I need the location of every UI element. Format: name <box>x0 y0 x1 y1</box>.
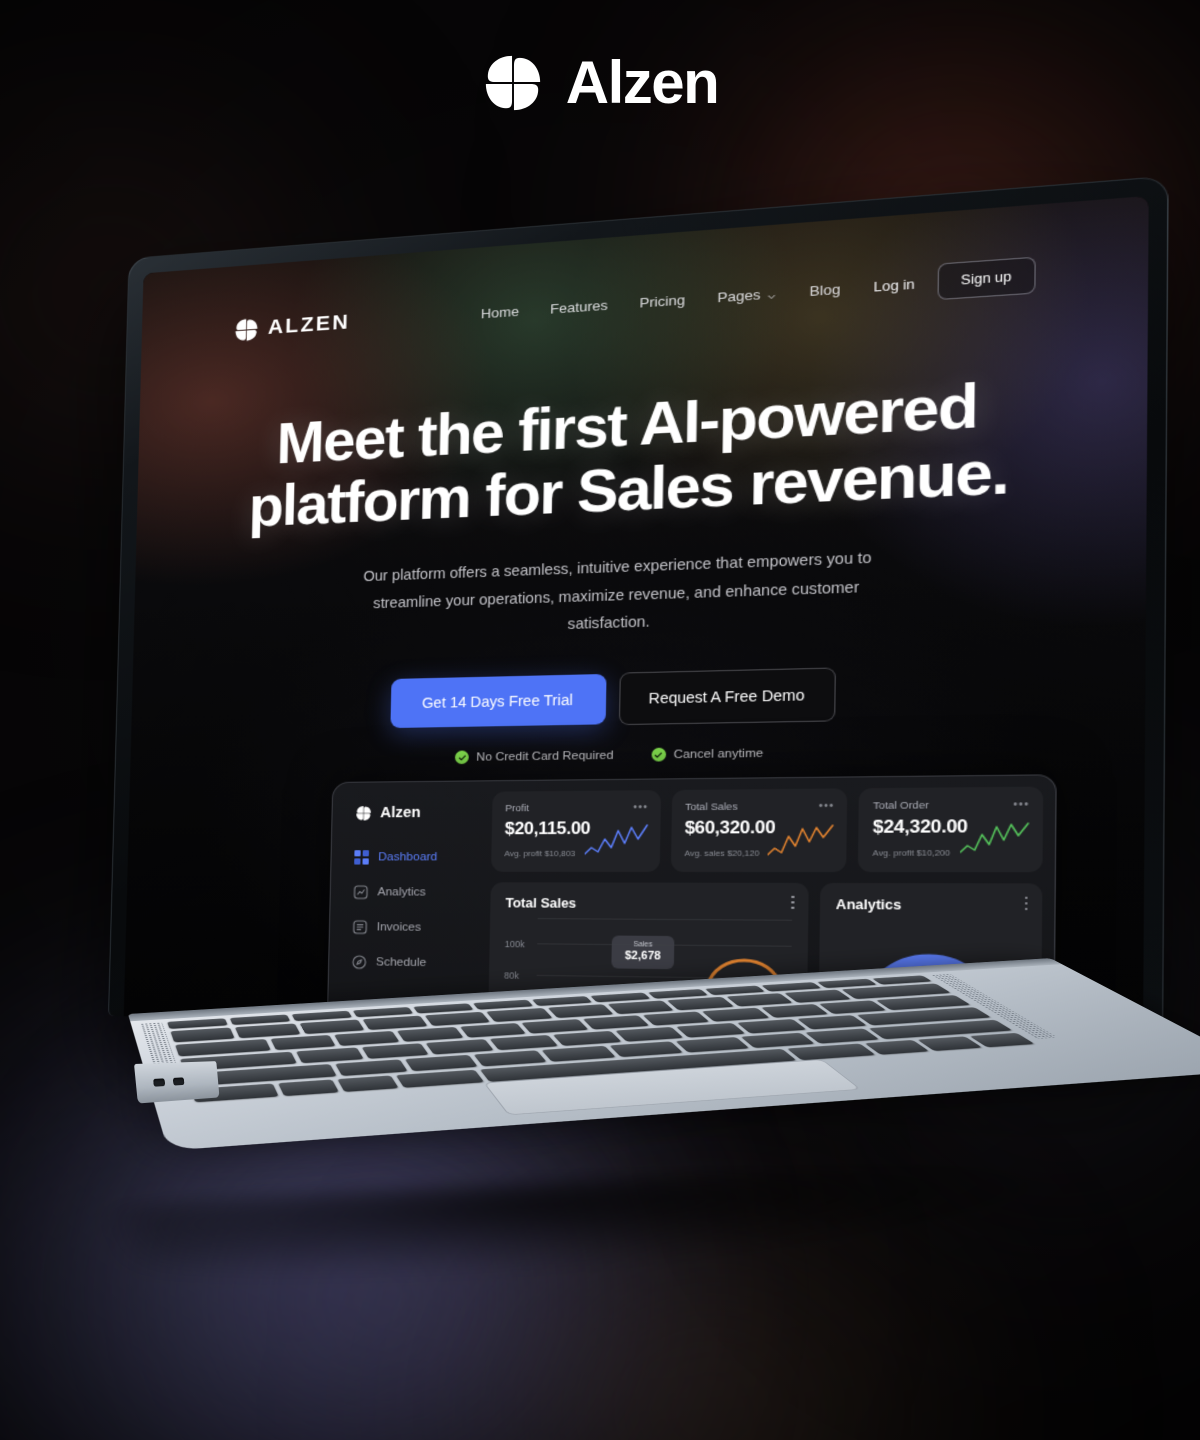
assurance-no-credit-card: No Credit Card Required <box>454 748 614 765</box>
alzen-pinwheel-icon <box>234 316 260 342</box>
sidebar-item-dashboard-label: Dashboard <box>378 851 438 864</box>
dashboard-preview: Alzen Dashboard Analytics Invoices Sched… <box>322 774 1057 1037</box>
sidebar-item-invoices-label: Invoices <box>376 921 422 934</box>
stat-card-total-sales: ••• Total Sales $60,320.00 Avg. sales $2… <box>670 788 848 873</box>
website-screen: ALZEN Home Features Pricing Pages Blog L… <box>123 195 1149 1037</box>
total-order-sparkline-chart <box>960 822 1031 860</box>
hero-section: Meet the first AI-powered platform for S… <box>130 363 1147 768</box>
analytics-panel: Analytics <box>815 882 1043 1037</box>
site-nav-actions: Log in Sign up <box>873 256 1036 305</box>
check-circle-icon <box>454 750 469 765</box>
dashboard-sidebar: Alzen Dashboard Analytics Invoices Sched… <box>334 792 482 1037</box>
hero-assurances: No Credit Card Required Cancel anytime <box>130 741 1145 768</box>
chevron-down-icon <box>766 288 776 298</box>
dashboard-brand: Alzen <box>349 798 482 822</box>
chart-tooltip-value: $2,678 <box>624 949 661 963</box>
get-free-trial-button[interactable]: Get 14 Days Free Trial <box>390 673 607 729</box>
nav-item-features[interactable]: Features <box>550 297 608 316</box>
nav-item-pages-label: Pages <box>717 286 761 305</box>
profit-sparkline-chart <box>584 824 649 860</box>
total-sales-sparkline-chart <box>768 823 836 860</box>
dashboard-panel-row: Total Sales 100k 80k Sales $2,678 Analyt… <box>484 882 1043 1037</box>
laptop-drop-shadow <box>120 1154 1200 1295</box>
laptop-mockup: ALZEN Home Features Pricing Pages Blog L… <box>0 0 1200 1440</box>
assurance-no-credit-card-label: No Credit Card Required <box>476 748 614 764</box>
dashboard-nav: Dashboard Analytics Invoices Schedule <box>346 850 481 971</box>
chart-tooltip-label: Sales <box>633 941 653 949</box>
usb-c-port-icon <box>153 1078 166 1087</box>
nav-item-pricing-label: Pricing <box>639 291 686 311</box>
nav-item-pages[interactable]: Pages <box>717 285 776 305</box>
hero-cta-row: Get 14 Days Free Trial Request A Free De… <box>131 660 1145 733</box>
compass-icon <box>352 955 367 970</box>
kebab-icon[interactable] <box>791 895 795 910</box>
sidebar-item-analytics-label: Analytics <box>377 886 426 899</box>
laptop-lid: ALZEN Home Features Pricing Pages Blog L… <box>108 175 1169 1037</box>
sales-area-chart <box>705 945 783 989</box>
usb-c-port-icon <box>172 1077 185 1086</box>
analytics-gauge-chart <box>853 940 1005 1026</box>
stat-card-total-order: ••• Total Order $24,320.00 Avg. profit $… <box>858 786 1044 873</box>
document-icon <box>353 920 368 935</box>
ellipsis-icon[interactable]: ••• <box>1013 799 1030 811</box>
sidebar-item-invoices[interactable]: Invoices <box>353 920 480 935</box>
nav-item-home-label: Home <box>480 303 520 321</box>
sidebar-item-schedule-label: Schedule <box>375 956 427 970</box>
alzen-pinwheel-icon <box>355 805 372 821</box>
hero-headline: Meet the first AI-powered platform for S… <box>136 363 1147 543</box>
chart-square-icon <box>353 885 368 899</box>
stat-card-total-order-label: Total Order <box>873 799 929 813</box>
site-logo[interactable]: ALZEN <box>234 310 350 343</box>
dashboard-brand-text: Alzen <box>380 804 421 822</box>
nav-item-blog-label: Blog <box>809 280 841 299</box>
check-circle-icon <box>651 747 666 762</box>
y-axis-label-100k: 100k <box>504 938 525 950</box>
sidebar-item-analytics[interactable]: Analytics <box>353 885 480 900</box>
analytics-panel-title: Analytics <box>835 897 902 913</box>
site-logo-text: ALZEN <box>267 310 351 339</box>
grid-icon <box>354 850 370 865</box>
nav-item-home[interactable]: Home <box>481 303 520 321</box>
nav-item-features-label: Features <box>550 296 608 317</box>
chart-tooltip: Sales $2,678 <box>611 935 675 970</box>
y-axis-label-80k: 80k <box>504 970 520 981</box>
assurance-cancel-anytime: Cancel anytime <box>651 746 764 762</box>
dashboard-main: ••• Profit $20,115.00 Avg. profit $10,80… <box>484 786 1044 1037</box>
dashboard-stat-row: ••• Profit $20,115.00 Avg. profit $10,80… <box>491 786 1044 873</box>
hero-subheadline: Our platform offers a seamless, intuitiv… <box>363 550 872 633</box>
ellipsis-icon[interactable]: ••• <box>819 800 835 812</box>
request-demo-button[interactable]: Request A Free Demo <box>618 667 837 726</box>
stat-card-total-sales-label: Total Sales <box>684 801 738 814</box>
signup-button[interactable]: Sign up <box>937 256 1036 301</box>
chart-gridline <box>537 918 792 921</box>
ellipsis-icon[interactable]: ••• <box>633 802 648 814</box>
sidebar-item-schedule[interactable]: Schedule <box>352 955 479 971</box>
total-sales-panel: Total Sales 100k 80k Sales $2,678 <box>484 882 809 1037</box>
screen-bezel: ALZEN Home Features Pricing Pages Blog L… <box>123 195 1149 1037</box>
site-navbar: ALZEN Home Features Pricing Pages Blog L… <box>141 249 1148 354</box>
total-sales-panel-title: Total Sales <box>505 895 577 911</box>
login-link[interactable]: Log in <box>873 275 915 294</box>
stat-card-profit: ••• Profit $20,115.00 Avg. profit $10,80… <box>491 790 661 872</box>
nav-item-blog[interactable]: Blog <box>809 281 840 299</box>
nav-item-pricing[interactable]: Pricing <box>639 291 685 310</box>
stat-card-profit-label: Profit <box>505 802 530 815</box>
sidebar-item-dashboard[interactable]: Dashboard <box>354 850 481 865</box>
kebab-icon[interactable] <box>1024 896 1028 911</box>
assurance-cancel-anytime-label: Cancel anytime <box>673 746 764 761</box>
site-nav-links: Home Features Pricing Pages Blog <box>481 281 841 321</box>
